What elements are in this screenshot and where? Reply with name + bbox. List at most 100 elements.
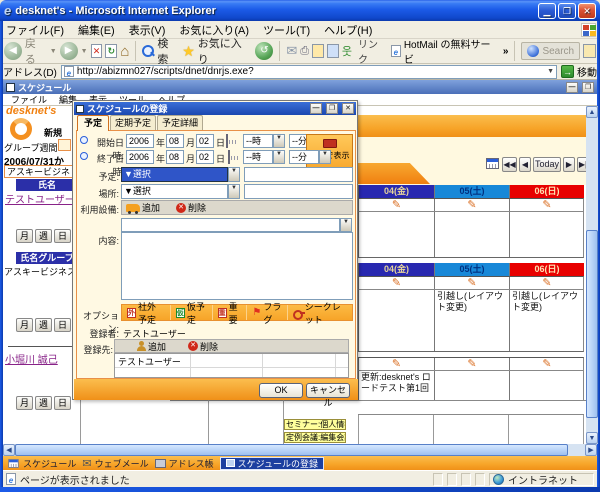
app-window-titlebar[interactable]: スケジュール — ❐	[3, 80, 597, 94]
menu-tools[interactable]: ツール(T)	[263, 22, 310, 38]
month-view-button[interactable]: 月	[16, 229, 33, 243]
add-event-pencil-icon[interactable]: ✎	[435, 277, 509, 289]
hotmail-link[interactable]: HotMail の無料サービ	[404, 36, 500, 66]
link-page-icon[interactable]: e	[390, 45, 401, 57]
vertical-scroll-thumb[interactable]	[586, 230, 598, 418]
subject-select[interactable]: ▼選択	[121, 167, 228, 182]
facility-remove-button[interactable]: ✕ 削除	[176, 201, 206, 214]
event-update-loadtest[interactable]: 更新:desknet's ロードテスト第1回	[359, 371, 434, 395]
destination-add-button[interactable]: 追加	[137, 340, 166, 353]
end-day-input[interactable]: 02	[196, 150, 214, 164]
option-tentative[interactable]: 仮 仮予定	[169, 302, 212, 325]
member-link[interactable]: 小堀川 誠己	[5, 351, 58, 366]
facility-dropdown-icon[interactable]: ▼	[340, 218, 352, 232]
content-textarea[interactable]	[121, 232, 353, 300]
end-hour-select[interactable]: --時	[243, 150, 273, 164]
print-icon[interactable]: ⎙	[300, 45, 309, 58]
facility-combo-input[interactable]	[121, 218, 340, 232]
tab-recurring[interactable]: 定期予定	[110, 115, 156, 131]
month-view-button[interactable]: 月	[16, 396, 33, 410]
nav-today-button[interactable]: Today	[533, 157, 561, 172]
start-calendar-icon[interactable]	[226, 134, 228, 148]
day-view-button[interactable]: 日	[54, 318, 71, 332]
subject-dropdown-icon[interactable]: ▼	[228, 167, 240, 182]
month-view-button[interactable]: 月	[16, 318, 33, 332]
place-select[interactable]: ▼選択	[121, 184, 228, 199]
end-minute-dropdown-icon[interactable]: ▼	[319, 150, 331, 164]
grid-section2-cells[interactable]: 引越し(レイアウト変更) 引越し(レイアウト変更)	[358, 290, 584, 352]
ok-button[interactable]: OK	[259, 383, 303, 398]
address-input[interactable]: e http://abizmn027/scripts/dnet/dnrjs.ex…	[60, 64, 557, 79]
facility-add-button[interactable]: 追加	[126, 201, 160, 214]
refresh-icon[interactable]: ↻	[105, 44, 118, 58]
week-view-button[interactable]: 週	[35, 318, 52, 332]
week-view-button[interactable]: 週	[35, 229, 52, 243]
place-input[interactable]	[244, 184, 353, 199]
day-view-button[interactable]: 日	[54, 396, 71, 410]
links-chevron-icon[interactable]: »	[503, 46, 509, 57]
go-button[interactable]: → 移動	[561, 64, 597, 79]
menu-edit[interactable]: 編集(E)	[78, 22, 115, 38]
add-event-pencil-icon[interactable]: ✎	[510, 277, 584, 289]
messenger-icon[interactable]: 웃	[342, 43, 352, 59]
favorites-label[interactable]: お気に入り	[198, 35, 253, 67]
add-event-pencil-icon[interactable]: ✎	[510, 199, 584, 211]
add-event-pencil-icon[interactable]: ✎	[359, 199, 434, 211]
forward-dropdown-icon[interactable]: ▼	[81, 48, 88, 55]
event-moving-sun[interactable]: 引越し(レイアウト変更)	[510, 290, 584, 314]
add-event-pencil-icon[interactable]: ✎	[510, 358, 584, 370]
nav-prev-day-button[interactable]: ◀	[519, 157, 531, 172]
start-hour-select[interactable]: --時	[243, 134, 273, 148]
address-url[interactable]: http://abizmn027/scripts/dnet/dnrjs.exe?	[77, 66, 544, 77]
taskbar-addressbook-tab[interactable]: アドレス帳	[154, 457, 214, 470]
end-month-input[interactable]: 08	[166, 150, 184, 164]
search-label[interactable]: 検索	[157, 35, 179, 67]
edit-icon[interactable]	[312, 44, 324, 58]
window-titlebar[interactable]: e desknet's - Microsoft Internet Explore…	[0, 0, 600, 21]
nav-next-day-button[interactable]: ▶	[563, 157, 575, 172]
start-year-input[interactable]: 2006	[126, 134, 154, 148]
forward-icon[interactable]: ▶	[59, 42, 78, 60]
grid-section1-cells[interactable]	[358, 212, 584, 258]
search-icon[interactable]	[142, 45, 155, 57]
add-event-pencil-icon[interactable]: ✎	[435, 358, 509, 370]
mail-icon[interactable]: ✉	[286, 43, 297, 59]
end-year-input[interactable]: 2006	[126, 150, 154, 164]
search-toolbar-box[interactable]: Search	[521, 42, 581, 60]
stop-icon[interactable]: ✕	[90, 44, 103, 58]
dialog-titlebar[interactable]: スケジュールの登録 — ❐ ✕	[74, 102, 356, 115]
tab-details[interactable]: 予定詳細	[157, 115, 203, 131]
taskbar-schedule-tab[interactable]: スケジュール	[7, 457, 76, 470]
add-event-pencil-icon[interactable]: ✎	[359, 277, 434, 289]
add-event-pencil-icon[interactable]: ✎	[435, 199, 509, 211]
close-button[interactable]: ✕	[578, 2, 596, 19]
history-icon[interactable]: ↺	[255, 42, 274, 60]
end-hour-dropdown-icon[interactable]: ▼	[273, 150, 285, 164]
dialog-close-button[interactable]: ✕	[342, 103, 354, 114]
event-regular-meeting[interactable]: 定例会議:編集会議	[284, 432, 346, 443]
option-secret[interactable]: シークレット	[287, 302, 352, 325]
start-month-input[interactable]: 08	[166, 134, 184, 148]
app-restore-button[interactable]: ❐	[582, 81, 594, 93]
event-moving-sat[interactable]: 引越し(レイアウト変更)	[435, 290, 509, 314]
home-icon[interactable]: ⌂	[120, 43, 129, 60]
add-event-pencil-icon[interactable]: ✎	[359, 358, 434, 370]
week-view-button[interactable]: 週	[35, 396, 52, 410]
end-minute-select[interactable]: --分	[289, 150, 319, 164]
dialog-minimize-button[interactable]: —	[310, 103, 322, 114]
scroll-down-icon[interactable]: ▼	[586, 432, 598, 444]
back-icon[interactable]: ◀	[4, 42, 22, 60]
option-important[interactable]: 重 重要	[211, 302, 247, 325]
day-view-button[interactable]: 日	[54, 229, 71, 243]
nav-calendar-icon[interactable]	[486, 158, 499, 169]
cancel-button[interactable]: キャンセル	[306, 383, 350, 408]
subject-input[interactable]	[244, 167, 353, 182]
back-dropdown-icon[interactable]: ▼	[50, 48, 57, 55]
discuss-icon[interactable]	[326, 44, 339, 58]
horizontal-scroll-thumb[interactable]	[15, 444, 568, 456]
app-minimize-button[interactable]: —	[566, 81, 578, 93]
option-flag[interactable]: ⚑ フラグ	[246, 302, 287, 325]
taskbar-webmail-tab[interactable]: ✉ ウェブメール	[82, 457, 148, 470]
scroll-up-icon[interactable]: ▲	[586, 106, 598, 118]
dialog-maximize-button[interactable]: ❐	[326, 103, 338, 114]
